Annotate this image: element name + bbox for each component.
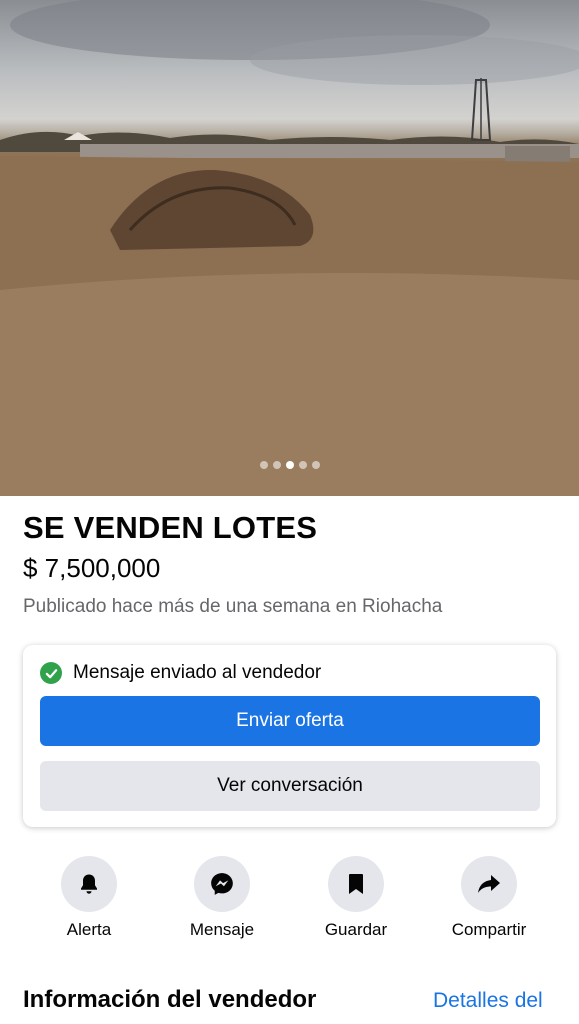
message-status-card: Mensaje enviado al vendedor Enviar ofert… xyxy=(23,645,556,827)
message-sent-row: Mensaje enviado al vendedor xyxy=(40,662,321,684)
bell-icon xyxy=(61,856,117,912)
listing-meta: Publicado hace más de una semana en Rioh… xyxy=(23,596,443,617)
save-label: Guardar xyxy=(324,920,388,939)
bookmark-icon xyxy=(328,856,384,912)
listing-price: $ 7,500,000 xyxy=(23,553,161,583)
view-conversation-button[interactable]: Ver conversación xyxy=(40,761,540,811)
carousel-dot xyxy=(272,461,281,469)
share-icon xyxy=(461,856,517,912)
photo-landscape xyxy=(0,0,579,496)
carousel-dot-active xyxy=(285,461,294,469)
listing-title: SE VENDEN LOTES xyxy=(23,510,318,545)
message-sent-label: Mensaje enviado al vendedor xyxy=(73,662,322,683)
carousel-indicator xyxy=(0,461,579,469)
alert-label: Alerta xyxy=(66,920,112,939)
seller-info-heading: Información del vendedor xyxy=(23,986,317,1013)
messenger-icon xyxy=(194,856,250,912)
carousel-dot xyxy=(298,461,307,469)
listing-photo[interactable] xyxy=(0,0,579,496)
save-action[interactable]: Guardar xyxy=(301,856,411,940)
send-offer-button[interactable]: Enviar oferta xyxy=(40,696,540,746)
alert-action[interactable]: Alerta xyxy=(34,856,144,940)
carousel-dot xyxy=(259,461,268,469)
share-label: Compartir xyxy=(451,920,527,939)
seller-details-link[interactable]: Detalles del xyxy=(433,989,543,1013)
message-label: Mensaje xyxy=(189,920,255,939)
share-action[interactable]: Compartir xyxy=(434,856,544,940)
message-action[interactable]: Mensaje xyxy=(167,856,277,940)
check-circle-icon xyxy=(40,662,62,684)
carousel-dot xyxy=(311,461,320,469)
